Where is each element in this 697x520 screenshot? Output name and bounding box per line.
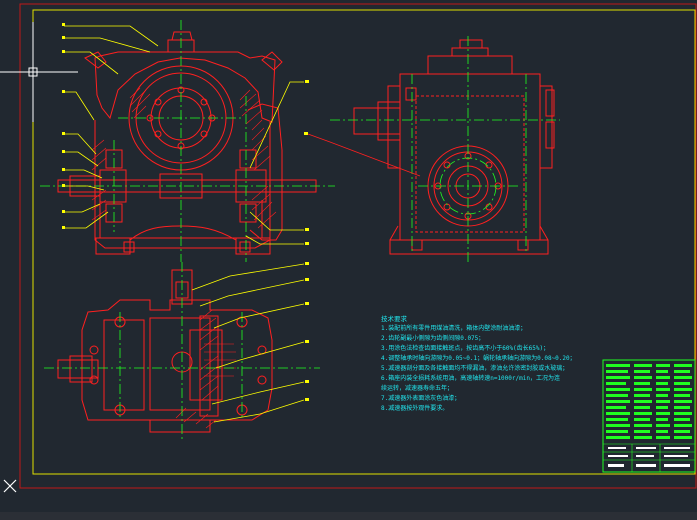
title-block: [602, 359, 696, 473]
tech-req-line: 8.减速器按外观件要求。: [381, 405, 449, 412]
tech-req-line: 6.箱座内装全损耗系统用油，高速轴转速n=1000r/min，工况为连: [381, 375, 560, 382]
technical-requirements: 技术要求 1.装配前所有零件用煤油清洗，箱体内壁涂耐油油漆； 2.齿轮副最小侧隙…: [381, 314, 603, 414]
tech-req-line: 续运转，减速器寿命五年；: [381, 385, 454, 392]
tech-req-line: 7.减速器外表面涂灰色油漆；: [381, 395, 461, 402]
tech-req-title: 技术要求: [381, 315, 407, 323]
tech-req-line: 2.齿轮副最小侧隙为齿侧间隙0.075；: [381, 335, 485, 342]
sheet-border: [19, 3, 697, 489]
ucs-icon: [3, 479, 17, 493]
side-view: [353, 39, 555, 255]
top-view: [57, 269, 273, 433]
top-view-centerlines: [44, 262, 320, 440]
side-view-centerlines: [330, 36, 560, 262]
leader-lines-left: [64, 25, 159, 229]
crosshair-cursor: [0, 22, 78, 122]
cad-drawing-canvas[interactable]: [0, 0, 697, 520]
tech-req-line: 3.用涂色法检查齿面接触斑点，按齿高不小于60%(齿长65%)；: [381, 345, 550, 352]
status-bar: [0, 512, 697, 520]
section-leader: [307, 133, 421, 177]
front-view-hatching: [91, 87, 277, 229]
tech-req-line: 1.装配前所有零件用煤油清洗，箱体内壁涂耐油油漆；: [381, 325, 527, 332]
tech-req-line: 5.减速器剖分面及各接触面均不得漏油，渗油允许涂密封胶或水玻璃；: [381, 365, 569, 372]
tech-req-line: 4.调整轴承时轴向游隙为0.05~0.1；蜗轮轴承轴向游隙为0.08~0.20；: [381, 355, 576, 362]
